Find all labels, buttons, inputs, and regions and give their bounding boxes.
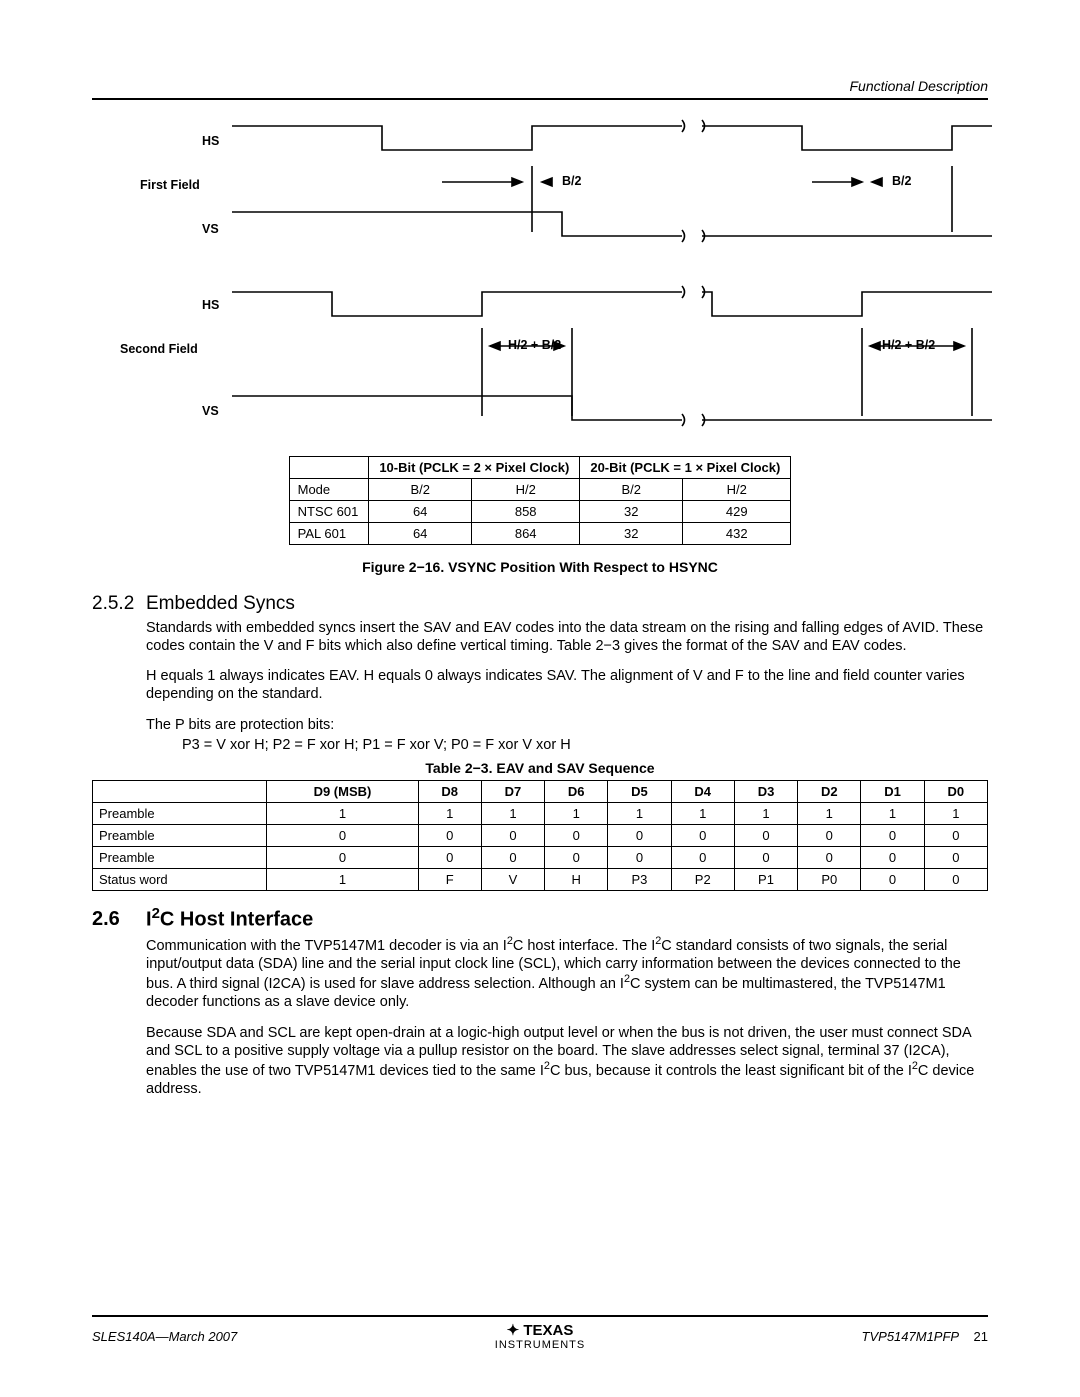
table-row: Mode B/2 H/2 B/2 H/2 <box>289 479 791 501</box>
section-252-heading: 2.5.2Embedded Syncs <box>92 593 988 615</box>
table-caption: Table 2−3. EAV and SAV Sequence <box>92 760 988 776</box>
paragraph: H equals 1 always indicates EAV. H equal… <box>146 667 988 703</box>
section-26-heading: 2.6I2C Host Interface <box>92 905 988 932</box>
waveforms-svg <box>232 106 992 436</box>
table-row: Preamble 0000000000 <box>93 824 988 846</box>
table-row: PAL 601 64 864 32 432 <box>289 523 791 545</box>
paragraph: Because SDA and SCL are kept open-drain … <box>146 1024 988 1098</box>
col-10bit: 10-Bit (PCLK = 2 × Pixel Clock) <box>369 457 580 479</box>
hs-label: HS <box>202 134 219 148</box>
footer-part-page: TVP5147M1PFP 21 <box>689 1329 988 1344</box>
paragraph: Communication with the TVP5147M1 decoder… <box>146 935 988 1011</box>
paragraph: Standards with embedded syncs insert the… <box>146 619 988 655</box>
table-row: NTSC 601 64 858 32 429 <box>289 501 791 523</box>
col-20bit: 20-Bit (PCLK = 1 × Pixel Clock) <box>580 457 791 479</box>
first-field-label: First Field <box>140 178 200 192</box>
hs-label-2: HS <box>202 298 219 312</box>
h2b2-label-1: H/2 + B/2 <box>508 338 561 352</box>
table-row: Preamble 1111111111 <box>93 802 988 824</box>
figure-caption: Figure 2−16. VSYNC Position With Respect… <box>92 559 988 575</box>
paragraph: P3 = V xor H; P2 = F xor H; P1 = F xor V… <box>182 736 988 754</box>
pclk-table: 10-Bit (PCLK = 2 × Pixel Clock) 20-Bit (… <box>289 456 792 545</box>
ti-logo: ✦ TEXAS INSTRUMENTS <box>391 1321 690 1351</box>
paragraph: The P bits are protection bits: <box>146 716 988 734</box>
vs-label: VS <box>202 222 219 236</box>
page-footer: SLES140A—March 2007 ✦ TEXAS INSTRUMENTS … <box>92 1315 988 1351</box>
table-row: Preamble 0000000000 <box>93 846 988 868</box>
b2-label-1: B/2 <box>562 174 581 188</box>
second-field-label: Second Field <box>120 342 198 356</box>
header-section-label: Functional Description <box>92 78 988 94</box>
b2-label-2: B/2 <box>892 174 911 188</box>
header-rule <box>92 98 988 100</box>
timing-diagram: HS First Field VS <box>92 106 988 446</box>
eav-sav-table: D9 (MSB) D8 D7 D6 D5 D4 D3 D2 D1 D0 Prea… <box>92 780 988 891</box>
table-row: Status word 1FVHP3P2P1P000 <box>93 868 988 890</box>
footer-doc-id: SLES140A—March 2007 <box>92 1329 391 1344</box>
h2b2-label-2: H/2 + B/2 <box>882 338 935 352</box>
vs-label-2: VS <box>202 404 219 418</box>
